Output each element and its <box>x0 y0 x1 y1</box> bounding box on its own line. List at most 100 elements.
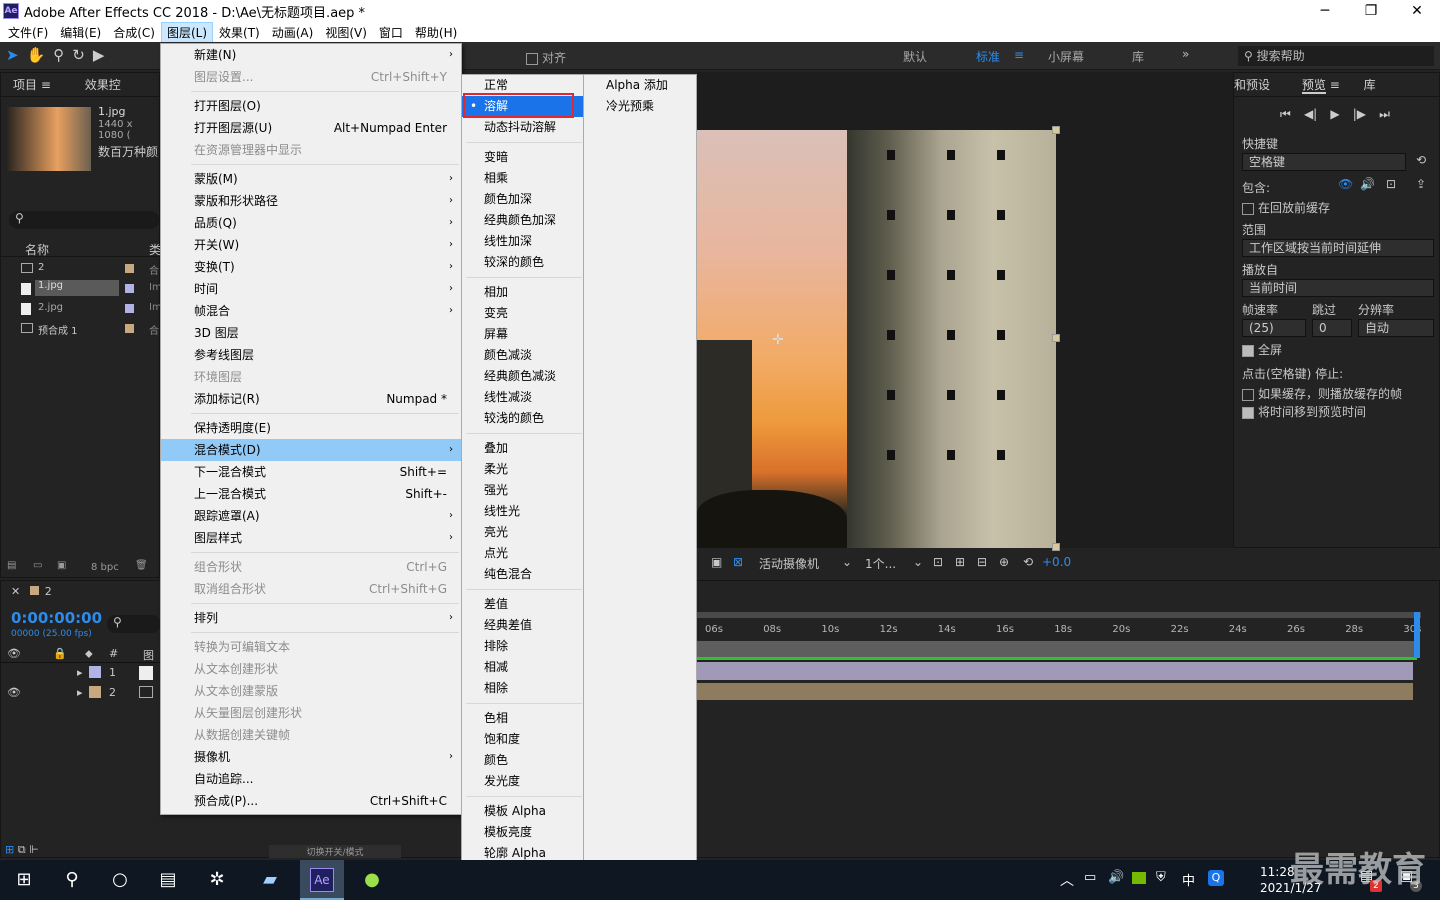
blend-mode-item[interactable]: 差值 <box>462 594 584 615</box>
label-icon[interactable]: ⬥ <box>85 647 93 661</box>
layer-menu-item[interactable]: 品质(Q) › <box>161 212 461 234</box>
export-icon[interactable]: ⇪ <box>1416 177 1426 191</box>
next-frame-icon[interactable]: |▶ <box>1353 107 1366 122</box>
preview-tab[interactable]: 预览 <box>1301 78 1326 94</box>
menu-file[interactable]: 文件(F) <box>2 22 54 43</box>
nvidia-icon[interactable] <box>1132 872 1146 884</box>
previous-frame-icon[interactable]: ◀| <box>1304 107 1317 122</box>
menu-effect[interactable]: 效果(T) <box>213 22 266 43</box>
composition-frame[interactable] <box>697 130 1056 548</box>
workspace-default[interactable]: 默认 <box>903 48 927 65</box>
layer-menu-item[interactable]: 上一混合模式 Shift+- <box>161 483 461 505</box>
ime-indicator[interactable]: 中 <box>1182 870 1195 889</box>
blend-mode-item[interactable]: 经典颜色加深 <box>462 210 584 231</box>
menu-layer[interactable]: 图层(L) <box>160 21 214 43</box>
blend-mode-item[interactable]: 色相 <box>462 708 584 729</box>
layer-bar-1[interactable] <box>697 641 1417 657</box>
layer-menu-item[interactable]: 蒙版(M) › <box>161 168 461 190</box>
interpret-footage-icon[interactable]: ▤ <box>7 560 16 571</box>
snap-toggle[interactable]: 对齐 <box>526 49 566 66</box>
app-document-icon[interactable]: ▰ <box>258 868 282 892</box>
cortana-icon[interactable]: ○ <box>108 868 132 892</box>
video-toggle-icon[interactable]: 👁 <box>1338 177 1353 191</box>
layer-menu-item[interactable]: 摄像机 › <box>161 746 461 768</box>
layer-menu-item[interactable]: 打开图层(O) <box>161 95 461 117</box>
menu-animation[interactable]: 动画(A) <box>266 22 320 43</box>
expand-arrow-icon[interactable]: ▸ <box>77 666 83 679</box>
visibility-icon[interactable]: 👁 <box>7 686 21 699</box>
blend-mode-item[interactable]: 颜色减淡 <box>462 345 584 366</box>
chevron-down-icon[interactable]: ⌄ <box>913 555 923 569</box>
volume-icon[interactable]: 🔊 <box>1108 870 1124 885</box>
if-cache-checkbox[interactable] <box>1242 388 1254 401</box>
layer-menu-item[interactable]: 图层样式 › <box>161 527 461 549</box>
layer-menu-item[interactable]: 蒙版和形状路径 › <box>161 190 461 212</box>
taskbar-after-effects[interactable]: Ae <box>300 860 344 900</box>
blend-mode-item[interactable]: 亮光 <box>462 522 584 543</box>
app-fan-icon[interactable]: ✲ <box>205 868 229 892</box>
blend-mode-item[interactable]: 线性加深 <box>462 231 584 252</box>
search-icon[interactable]: ⚲ <box>60 868 84 892</box>
help-search-input[interactable]: ⚲ 搜索帮助 <box>1238 46 1434 66</box>
blend-mode-item[interactable]: 变暗 <box>462 147 584 168</box>
trash-icon[interactable]: 🗑 <box>135 560 148 571</box>
transform-handle[interactable] <box>1052 334 1060 342</box>
new-composition-icon[interactable]: ▣ <box>57 560 66 571</box>
range-dropdown[interactable]: 工作区域按当前时间延伸 <box>1242 239 1434 257</box>
table-row[interactable]: 👁 ▸ 2 <box>1 683 161 703</box>
list-item[interactable]: 1.jpg Im <box>1 279 162 299</box>
camera-tool-icon[interactable]: ▶ <box>93 46 105 66</box>
workspace-standard[interactable]: 标准 <box>976 48 1000 65</box>
blend-mode-item[interactable]: 线性光 <box>462 501 584 522</box>
network-icon[interactable]: ▭ <box>1084 870 1096 885</box>
effects-presets-tab[interactable]: 和预设 <box>1234 78 1270 92</box>
shortcut-dropdown[interactable]: 空格键 <box>1242 153 1406 171</box>
qq-icon[interactable]: Q <box>1208 870 1224 886</box>
chevron-down-icon[interactable]: ⌄ <box>842 555 852 569</box>
blend-mode-item[interactable]: 发光度 <box>462 771 584 792</box>
expand-arrow-icon[interactable]: ▸ <box>77 686 83 699</box>
library-tab[interactable]: 库 <box>1364 78 1376 92</box>
layer-menu-item[interactable]: 时间 › <box>161 278 461 300</box>
blend-luminescent-premul[interactable]: 冷光预乘 <box>584 96 696 117</box>
menu-help[interactable]: 帮助(H) <box>409 22 463 43</box>
layer-menu-item[interactable]: 添加标记(R) Numpad * <box>161 388 461 410</box>
region-of-interest-icon[interactable]: ⊠ <box>733 555 743 569</box>
cache-before-option[interactable]: 在回放前缓存 <box>1242 199 1330 216</box>
last-frame-icon[interactable]: ⏭ <box>1379 107 1390 122</box>
blend-mode-item[interactable]: 纯色混合 <box>462 564 584 585</box>
blend-mode-item[interactable]: 相加 <box>462 282 584 303</box>
layer-menu-item[interactable]: 混合模式(D) › <box>161 439 461 461</box>
layer-menu-item[interactable]: 变换(T) › <box>161 256 461 278</box>
blend-mode-item[interactable]: 经典差值 <box>462 615 584 636</box>
blend-mode-item[interactable]: 模板 Alpha <box>462 801 584 822</box>
layer-menu-item[interactable]: 开关(W) › <box>161 234 461 256</box>
fullscreen-checkbox[interactable] <box>1242 344 1254 357</box>
blend-mode-item[interactable]: 点光 <box>462 543 584 564</box>
menu-edit[interactable]: 编辑(E) <box>54 22 107 43</box>
blend-mode-item[interactable]: 屏幕 <box>462 324 584 345</box>
blend-mode-item[interactable]: 经典颜色减淡 <box>462 366 584 387</box>
column-name[interactable]: 名称 <box>25 241 49 258</box>
blend-mode-item[interactable]: 相减 <box>462 657 584 678</box>
layer-menu-item[interactable]: 3D 图层 <box>161 322 461 344</box>
time-ruler[interactable]: 06s 08s 10s 12s 14s 16s 18s 20s 22s 24s 26s 28s 30s <box>697 622 1421 638</box>
move-time-option[interactable]: 将时间移到预览时间 <box>1242 403 1366 420</box>
security-icon[interactable]: ⛨ <box>1156 870 1166 885</box>
toggle-transparency-icon[interactable]: ▣ <box>711 555 722 569</box>
toggle-pixel-icon[interactable]: ⊡ <box>933 555 943 569</box>
timecode[interactable]: 0:00:00:00 <box>11 609 102 627</box>
work-area-bar[interactable] <box>697 612 1421 618</box>
table-row[interactable]: ▸ 1 <box>1 663 161 683</box>
audio-toggle-icon[interactable]: 🔊 <box>1360 177 1375 191</box>
blend-mode-item[interactable]: 颜色 <box>462 750 584 771</box>
transform-handle[interactable] <box>1052 543 1060 551</box>
first-frame-icon[interactable]: ⏮ <box>1280 107 1291 122</box>
layer-menu-item[interactable]: 跟踪遮罩(A) › <box>161 505 461 527</box>
resolution-dropdown[interactable]: 自动 <box>1358 319 1434 337</box>
graph-editor-icon[interactable]: ⊩ <box>29 843 39 856</box>
blend-mode-item[interactable]: 柔光 <box>462 459 584 480</box>
exposure-value[interactable]: +0.0 <box>1042 555 1071 569</box>
workspace-library[interactable]: 库 <box>1132 48 1144 65</box>
visibility-icon[interactable]: 👁 <box>7 647 21 660</box>
